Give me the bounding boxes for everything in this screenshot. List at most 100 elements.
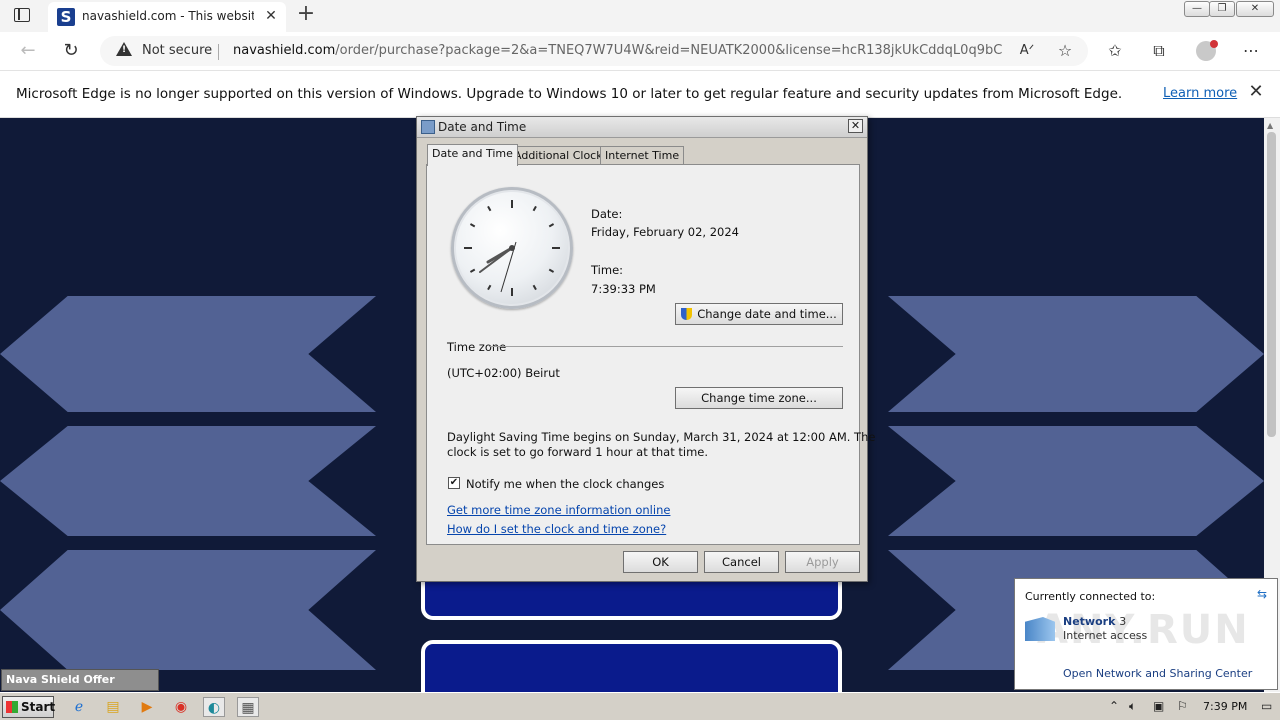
url-domain: navashield.com: [233, 43, 336, 58]
tab-additional-clocks[interactable]: Additional Clocks: [509, 146, 614, 165]
clock-tick: [532, 284, 537, 291]
warning-icon: [116, 42, 132, 56]
show-hidden-icons-icon[interactable]: ⌃: [1109, 699, 1119, 713]
how-to-set-clock-link[interactable]: How do I set the clock and time zone?: [447, 522, 666, 536]
infobar-close-icon[interactable]: ✕: [1246, 82, 1266, 102]
infobar-message: Microsoft Edge is no longer supported on…: [16, 86, 1123, 102]
network-tray-icon[interactable]: ▣: [1153, 699, 1164, 713]
url-path: /order/purchase?package=2&a=TNEQ7W7U4W&r…: [335, 43, 1003, 58]
read-aloud-icon[interactable]: Aᐟ: [1016, 40, 1038, 62]
refresh-icon[interactable]: ⇆: [1257, 587, 1267, 601]
back-icon[interactable]: ←: [17, 40, 39, 62]
browser-toolbar: ← ↻ Not secure navashield.com/order/purc…: [0, 32, 1280, 71]
clock-tick: [548, 223, 555, 228]
tab-actions-icon[interactable]: [14, 8, 30, 22]
browser-tab[interactable]: S navashield.com - This website is ✕: [48, 2, 286, 32]
refresh-icon[interactable]: ↻: [60, 40, 82, 62]
datetime-icon[interactable]: ▦: [237, 697, 259, 717]
profile-avatar[interactable]: [1196, 40, 1218, 61]
ie-icon[interactable]: ℯ: [68, 697, 90, 717]
dst-info-line1: Daylight Saving Time begins on Sunday, M…: [447, 430, 876, 444]
timezone-heading: Time zone: [447, 340, 507, 354]
package-card[interactable]: [421, 640, 842, 692]
date-label: Date:: [591, 207, 623, 221]
favorites-icon[interactable]: ✩: [1104, 40, 1126, 62]
network-icon: [1025, 617, 1055, 641]
change-date-time-label: Change date and time...: [697, 307, 837, 321]
clock-tick: [469, 268, 476, 273]
clock-tick: [487, 284, 492, 291]
change-date-time-button[interactable]: Change date and time...: [675, 303, 843, 325]
network-number: 3: [1119, 615, 1127, 628]
timezone-value: (UTC+02:00) Beirut: [447, 366, 560, 380]
uac-shield-icon: [681, 308, 693, 320]
cancel-button[interactable]: Cancel: [704, 551, 779, 573]
unsupported-os-infobar: Microsoft Edge is no longer supported on…: [0, 71, 1280, 118]
decorative-hex-shape: [888, 296, 1264, 412]
dialog-titlebar[interactable]: Date and Time ✕: [417, 117, 867, 138]
folder-icon[interactable]: ▤: [102, 697, 124, 717]
network-sharing-center-link[interactable]: Open Network and Sharing Center: [1063, 667, 1252, 680]
windows-taskbar: Start ℯ ▤ ▶ ◉ ◐ ▦ ⌃ 🔈︎ ▣ ⚐ 7:39 PM ▭: [0, 692, 1280, 720]
tab-internet-time[interactable]: Internet Time: [600, 146, 685, 165]
window-minimize-button[interactable]: —: [1184, 1, 1210, 17]
collections-icon[interactable]: ⧉: [1148, 40, 1170, 62]
decorative-hex-shape: [0, 550, 376, 670]
start-label: Start: [21, 700, 56, 714]
scrollbar-thumb[interactable]: [1267, 132, 1276, 437]
action-center-flag-icon[interactable]: ⚐: [1177, 699, 1188, 713]
window-restore-button[interactable]: ❐: [1209, 1, 1235, 17]
window-close-button[interactable]: ✕: [1236, 1, 1274, 17]
volume-icon[interactable]: 🔈︎: [1129, 699, 1136, 714]
show-desktop-icon[interactable]: ▭: [1261, 699, 1272, 713]
taskbar-clock[interactable]: 7:39 PM: [1203, 700, 1247, 713]
timezone-divider: [489, 346, 843, 347]
apply-button[interactable]: Apply: [785, 551, 860, 573]
minimized-window[interactable]: Nava Shield Offer: [1, 669, 159, 691]
change-timezone-button[interactable]: Change time zone...: [675, 387, 843, 409]
browser-tab-bar: S navashield.com - This website is ✕ + —…: [0, 0, 1280, 32]
date-value: Friday, February 02, 2024: [591, 225, 739, 239]
url-text[interactable]: navashield.com/order/purchase?package=2&…: [233, 43, 1003, 58]
not-secure-label[interactable]: Not secure: [142, 43, 212, 58]
new-tab-button[interactable]: +: [294, 3, 318, 27]
decorative-hex-shape: [0, 426, 376, 536]
date-time-dialog: Date and Time ✕ Date and Time Additional…: [416, 116, 875, 582]
time-value: 7:39:33 PM: [591, 282, 656, 296]
address-bar[interactable]: Not secure navashield.com/order/purchase…: [100, 36, 1088, 66]
network-popup-header: Currently connected to:: [1025, 590, 1156, 603]
edge-icon[interactable]: ◐: [203, 697, 225, 717]
clock-tick: [487, 205, 492, 212]
more-menu-icon[interactable]: ⋯: [1240, 40, 1262, 62]
analog-clock: [451, 187, 573, 309]
add-favorite-icon[interactable]: ☆: [1054, 40, 1076, 62]
time-label: Time:: [591, 263, 624, 277]
clock-tick: [548, 268, 555, 273]
start-button[interactable]: Start: [2, 696, 56, 718]
address-separator: [218, 44, 219, 60]
tab-close-icon[interactable]: ✕: [262, 7, 280, 25]
datetime-icon: [421, 120, 435, 134]
clock-center: [509, 245, 515, 251]
timezone-info-link[interactable]: Get more time zone information online: [447, 503, 670, 517]
date-time-panel: Date: Friday, February 02, 2024 Time: 7:…: [426, 164, 875, 545]
learn-more-link[interactable]: Learn more: [1163, 86, 1237, 101]
notify-checkbox[interactable]: ✔: [448, 477, 460, 489]
tab-title: navashield.com - This website is: [82, 9, 254, 23]
decorative-hex-shape: [0, 296, 376, 412]
windows-logo-icon: [6, 701, 18, 713]
clock-minute-hand: [479, 247, 513, 273]
dialog-close-button[interactable]: ✕: [848, 119, 863, 133]
tab-date-and-time[interactable]: Date and Time: [427, 144, 518, 166]
notify-label[interactable]: Notify me when the clock changes: [466, 477, 664, 491]
media-player-icon[interactable]: ▶: [136, 697, 158, 717]
decorative-hex-shape: [888, 426, 1264, 536]
ok-button[interactable]: OK: [623, 551, 698, 573]
network-access-status: Internet access: [1063, 629, 1148, 642]
network-status-popup: ANY.RUN Currently connected to: ⇆ Networ…: [1014, 578, 1278, 690]
network-name: Network 3: [1063, 615, 1126, 628]
clock-tick: [469, 223, 476, 228]
scroll-up-icon[interactable]: ▲: [1267, 121, 1273, 130]
chrome-icon[interactable]: ◉: [170, 697, 192, 717]
dst-info-line2: clock is set to go forward 1 hour at tha…: [447, 445, 709, 459]
